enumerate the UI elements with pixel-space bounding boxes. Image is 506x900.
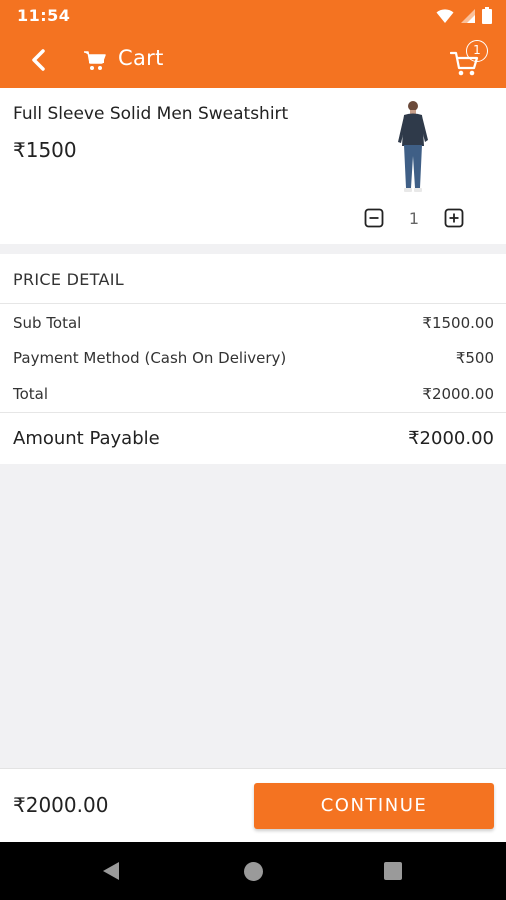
cart-item: Full Sleeve Solid Men Sweatshirt ₹1500 1 [0,88,506,244]
status-bar: 11:54 [0,0,506,32]
price-detail-header: PRICE DETAIL [13,270,124,289]
back-button[interactable] [24,44,56,76]
subtotal-label: Sub Total [13,314,82,332]
minus-icon[interactable] [364,208,384,228]
battery-icon [482,7,492,24]
checkout-total: ₹2000.00 [13,793,109,817]
wifi-icon [436,8,454,23]
cart-icon [84,51,106,70]
back-arrow-icon [32,49,45,71]
plus-icon[interactable] [444,208,464,228]
payment-method-value: ₹500 [455,349,494,367]
signal-icon [461,8,475,23]
subtotal-value: ₹1500.00 [422,314,494,332]
payment-method-label: Payment Method (Cash On Delivery) [13,349,287,367]
cart-button[interactable]: 1 [448,40,494,80]
product-image[interactable] [390,98,436,200]
divider [0,303,506,304]
quantity-value: 1 [408,209,420,228]
nav-recent-icon[interactable] [384,862,402,880]
status-icons [436,7,492,24]
product-name[interactable]: Full Sleeve Solid Men Sweatshirt [13,104,288,124]
amount-payable-label: Amount Payable [13,428,160,449]
amount-payable-value: ₹2000.00 [408,428,494,449]
system-nav-bar [0,842,506,900]
total-label: Total [13,385,49,403]
app-bar: Cart 1 [0,32,506,88]
page-title: Cart [118,46,164,70]
price-detail-card: PRICE DETAIL Sub Total ₹1500.00 Payment … [0,254,506,464]
divider [0,412,506,413]
product-price: ₹1500 [13,138,77,162]
status-time: 11:54 [17,6,71,25]
checkout-bar: ₹2000.00 CONTINUE [0,768,506,842]
nav-home-icon[interactable] [244,862,263,881]
total-value: ₹2000.00 [422,385,494,403]
cart-count-badge: 1 [466,40,488,62]
continue-button[interactable]: CONTINUE [254,783,494,829]
nav-back-icon[interactable] [102,861,120,881]
